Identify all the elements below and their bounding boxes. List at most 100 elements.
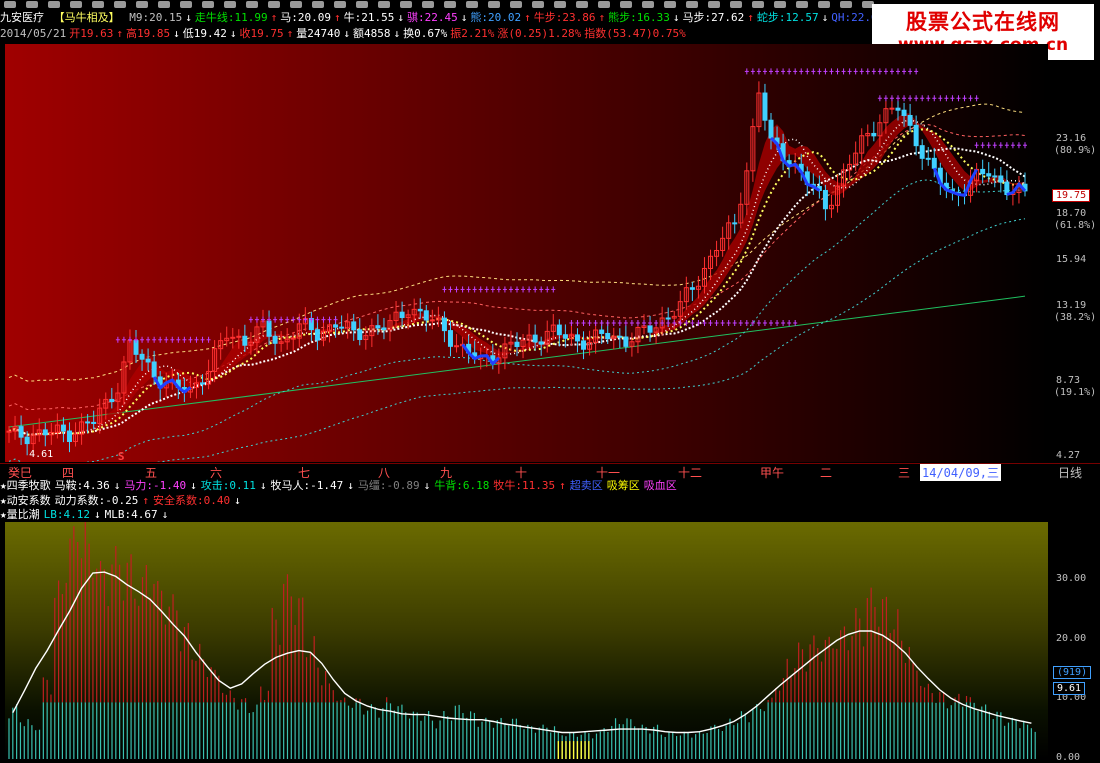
toolbar-tool-icon[interactable]: [796, 1, 808, 8]
toolbar-tool-icon[interactable]: [840, 1, 852, 8]
value-label: 低19.42: [182, 27, 227, 40]
indicator-row-volume-ratio: ★量比潮 LB:4.12 ↓ MLB:4.67 ↓: [0, 508, 172, 522]
candle-body: [145, 358, 151, 363]
toolbar-tool-icon[interactable]: [378, 1, 390, 8]
toolbar-tool-icon[interactable]: [818, 1, 830, 8]
candle-body: [901, 109, 907, 116]
value-label: ↑: [333, 11, 341, 24]
candle-body: [399, 311, 405, 319]
series-line-zouniu: [8, 295, 1026, 428]
toolbar-tool-icon[interactable]: [92, 1, 104, 8]
price-pct-label: (38.2%): [1054, 312, 1097, 324]
toolbar-tool-icon[interactable]: [26, 1, 38, 8]
toolbar-tool-icon[interactable]: [664, 1, 676, 8]
value-label: 骐:22.45: [406, 11, 458, 24]
toolbar-tool-icon[interactable]: [686, 1, 698, 8]
toolbar-tool-icon[interactable]: [510, 1, 522, 8]
candle-body: [599, 329, 605, 334]
sub-axis: 30.00 20.00 10.00 0.00 (919) 9.61: [1048, 508, 1100, 763]
candle-body: [66, 430, 72, 442]
candle-body: [333, 324, 339, 328]
toolbar-tool-icon[interactable]: [576, 1, 588, 8]
toolbar-icons: [4, 1, 874, 8]
candle-body: [290, 337, 296, 340]
candle-body: [913, 124, 919, 147]
period-label[interactable]: 日线: [1058, 464, 1082, 481]
value-label: ↓: [229, 27, 237, 40]
candle-body: [562, 334, 568, 339]
value-label: ↑: [142, 494, 149, 507]
price-pct-label: (80.9%): [1054, 145, 1097, 157]
value-label: 马鞍:4.36: [54, 479, 110, 492]
resistance-marks: [974, 142, 1027, 149]
toolbar-tool-icon[interactable]: [246, 1, 258, 8]
candle-body: [85, 421, 91, 424]
toolbar-tool-icon[interactable]: [400, 1, 412, 8]
value-label: 开19.63: [69, 27, 114, 40]
price-chart-panel[interactable]: 4.61 S: [5, 44, 1048, 489]
toolbar-tool-icon[interactable]: [752, 1, 764, 8]
bear-segment: [1006, 181, 1027, 196]
toolbar-tool-icon[interactable]: [114, 1, 126, 8]
toolbar-tool-icon[interactable]: [202, 1, 214, 8]
candle-body: [574, 334, 580, 342]
value-label: 动力系数:-0.25: [54, 494, 139, 507]
toolbar-tool-icon[interactable]: [48, 1, 60, 8]
resistance-marks: [744, 68, 919, 75]
toolbar-tool-icon[interactable]: [488, 1, 500, 8]
value-label: ↓: [672, 11, 680, 24]
candle-body: [109, 398, 115, 403]
candle-body: [514, 341, 520, 348]
candle-body: [447, 330, 453, 347]
sell-marker: S: [118, 450, 125, 462]
toolbar-tool-icon[interactable]: [708, 1, 720, 8]
toolbar-tool-icon[interactable]: [730, 1, 742, 8]
price-tick-label: 13.19: [1056, 300, 1087, 312]
price-tick-label: 4.27: [1056, 450, 1081, 461]
toolbar-tool-icon[interactable]: [444, 1, 456, 8]
candle-body: [441, 317, 447, 332]
candle-body: [931, 157, 937, 169]
price-tick-label: 15.94: [1056, 254, 1087, 266]
volume-ratio-panel[interactable]: [5, 518, 1048, 759]
toolbar-tool-icon[interactable]: [532, 1, 544, 8]
toolbar-tool-icon[interactable]: [334, 1, 346, 8]
value-label: ↓: [113, 479, 121, 492]
candle-body: [556, 324, 562, 336]
candle-body: [266, 320, 272, 337]
value-label: LB:4.12: [43, 508, 90, 521]
toolbar-tool-icon[interactable]: [422, 1, 434, 8]
volume-ratio-chart[interactable]: [5, 518, 1048, 759]
toolbar-tool-icon[interactable]: [158, 1, 170, 8]
sub-tick-label: 30.00: [1056, 572, 1087, 584]
toolbar-tool-icon[interactable]: [466, 1, 478, 8]
toolbar-tool-icon[interactable]: [774, 1, 786, 8]
price-chart[interactable]: 4.61 S: [5, 44, 1048, 489]
candle-body: [151, 361, 157, 378]
toolbar-tool-icon[interactable]: [70, 1, 82, 8]
value-label: ★量比潮: [0, 508, 40, 521]
value-label: 额4858: [352, 27, 391, 40]
value-label: ↓: [821, 11, 829, 24]
value-label: ↓: [343, 27, 350, 40]
toolbar-tool-icon[interactable]: [180, 1, 192, 8]
current-price-badge: 19.75: [1052, 189, 1091, 203]
toolbar-tool-icon[interactable]: [554, 1, 566, 8]
toolbar-tool-icon[interactable]: [356, 1, 368, 8]
candle-body: [925, 157, 931, 160]
toolbar-tool-icon[interactable]: [598, 1, 610, 8]
toolbar-tool-icon[interactable]: [136, 1, 148, 8]
date-tick-label: 十二: [678, 466, 703, 480]
toolbar-tool-icon[interactable]: [290, 1, 302, 8]
toolbar-tool-icon[interactable]: [4, 1, 16, 8]
toolbar-tool-icon[interactable]: [312, 1, 324, 8]
toolbar-tool-icon[interactable]: [224, 1, 236, 8]
value-label: ↑: [116, 27, 123, 40]
toolbar-tool-icon[interactable]: [268, 1, 280, 8]
toolbar-tool-icon[interactable]: [642, 1, 654, 8]
sub-tick-label: 0.00: [1056, 752, 1081, 763]
candle-body: [895, 107, 901, 111]
toolbar-tool-icon[interactable]: [620, 1, 632, 8]
candle-body: [532, 334, 538, 343]
value-label: ↑: [598, 11, 606, 24]
